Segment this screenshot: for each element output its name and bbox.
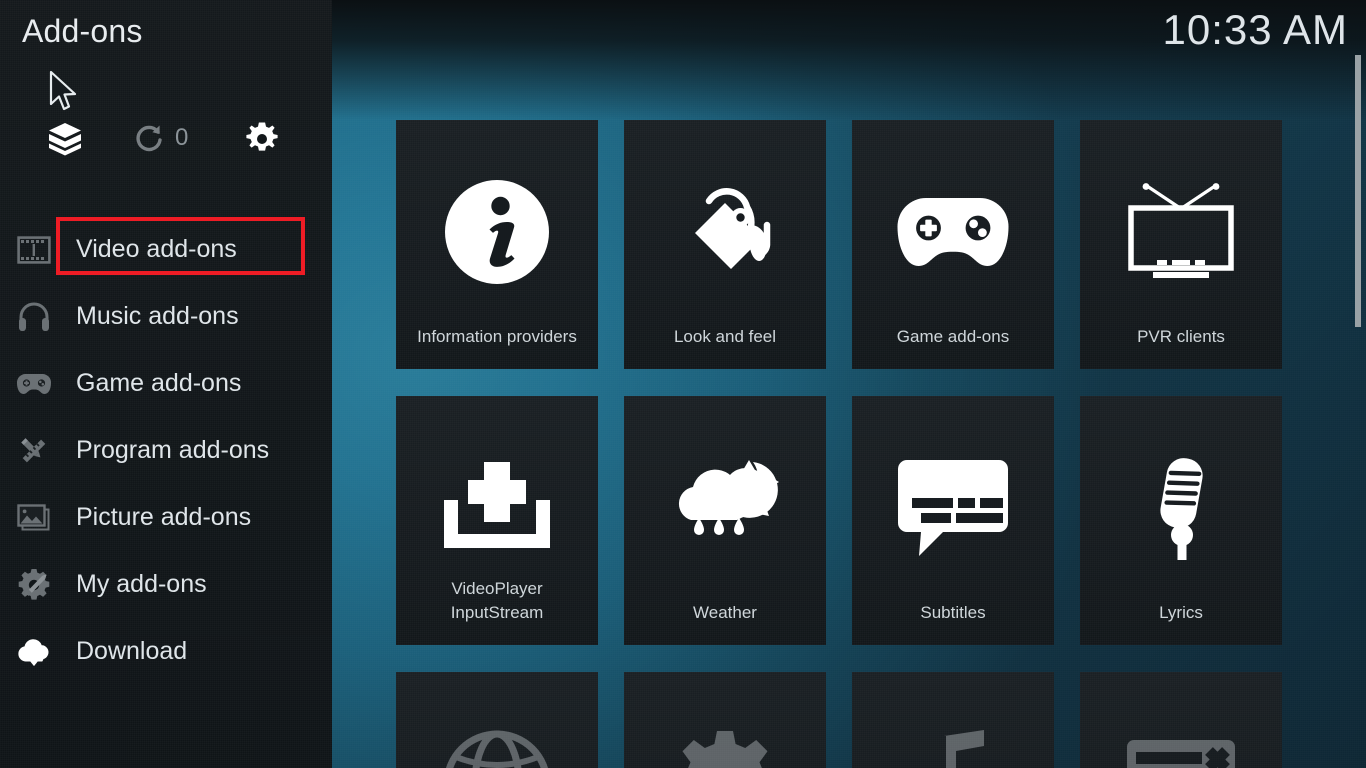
window-close-icon bbox=[1080, 724, 1282, 768]
sidebar-item-download[interactable]: Download bbox=[0, 618, 332, 685]
update-count-label: 0 bbox=[175, 124, 189, 151]
header-icon-row: 0 bbox=[0, 118, 332, 162]
cloud-download-icon bbox=[14, 634, 54, 670]
tile-information-providers[interactable]: Information providers bbox=[396, 120, 598, 369]
kodi-addons-screen: Add-ons 10:33 AM 0 Video add-ons Music a… bbox=[0, 0, 1366, 768]
speech-bubble-icon bbox=[852, 448, 1054, 568]
tile-videoplayer-inputstream[interactable]: VideoPlayer InputStream bbox=[396, 396, 598, 645]
tile-label: Lyrics bbox=[1159, 603, 1203, 622]
scrollbar-track[interactable] bbox=[1355, 0, 1364, 768]
sidebar-item-label: Picture add-ons bbox=[76, 503, 252, 531]
tile-label: Subtitles bbox=[920, 603, 986, 622]
tile-row3-gear[interactable] bbox=[624, 672, 826, 768]
sidebar-nav: Video add-ons Music add-ons Game add-ons… bbox=[0, 216, 332, 685]
tile-label: Weather bbox=[693, 603, 757, 622]
tile-label: VideoPlayer InputStream bbox=[450, 579, 544, 622]
tile-label: Game add-ons bbox=[896, 327, 1010, 346]
tile-label: Information providers bbox=[417, 327, 577, 346]
sidebar-item-label: Game add-ons bbox=[76, 369, 242, 397]
tv-antenna-icon bbox=[1080, 172, 1282, 292]
microphone-icon bbox=[1080, 448, 1282, 568]
refresh-update-icon[interactable] bbox=[130, 120, 168, 158]
globe-icon bbox=[396, 724, 598, 768]
sidebar-item-video-add-ons[interactable]: Video add-ons bbox=[0, 216, 332, 283]
sidebar-item-label: My add-ons bbox=[76, 570, 207, 598]
tile-row3-globe[interactable] bbox=[396, 672, 598, 768]
tile-label: Look and feel bbox=[673, 327, 777, 346]
inbox-plus-icon bbox=[396, 448, 598, 568]
music-note-icon bbox=[852, 724, 1054, 768]
tile-lyrics[interactable]: Lyrics bbox=[1080, 396, 1282, 645]
sidebar-item-label: Program add-ons bbox=[76, 436, 270, 464]
tile-subtitles[interactable]: Subtitles bbox=[852, 396, 1054, 645]
film-strip-icon bbox=[14, 232, 54, 268]
info-circle-icon bbox=[396, 172, 598, 292]
price-tag-icon bbox=[624, 172, 826, 292]
tile-game-add-ons[interactable]: Game add-ons bbox=[852, 120, 1054, 369]
mouse-pointer-icon bbox=[49, 70, 77, 111]
tile-label: PVR clients bbox=[1137, 327, 1225, 346]
tile-look-and-feel[interactable]: Look and feel bbox=[624, 120, 826, 369]
sidebar-item-label: Music add-ons bbox=[76, 302, 239, 330]
gear-icon bbox=[624, 724, 826, 768]
sidebar-item-game-add-ons[interactable]: Game add-ons bbox=[0, 350, 332, 417]
tile-row3-window-close[interactable] bbox=[1080, 672, 1282, 768]
tile-row3-music-note[interactable] bbox=[852, 672, 1054, 768]
sidebar-item-label: Video add-ons bbox=[76, 235, 237, 263]
page-title: Add-ons bbox=[22, 13, 143, 49]
gear-wrench-icon bbox=[14, 567, 54, 603]
sidebar-item-program-add-ons[interactable]: Program add-ons bbox=[0, 417, 332, 484]
tile-weather[interactable]: Weather bbox=[624, 396, 826, 645]
sidebar-item-picture-add-ons[interactable]: Picture add-ons bbox=[0, 484, 332, 551]
sun-cloud-rain-icon bbox=[624, 448, 826, 568]
headphones-icon bbox=[14, 299, 54, 335]
sidebar-item-music-add-ons[interactable]: Music add-ons bbox=[0, 283, 332, 350]
scrollbar-thumb[interactable] bbox=[1355, 55, 1361, 327]
picture-icon bbox=[14, 500, 54, 536]
gamepad-icon bbox=[852, 172, 1054, 292]
sidebar-item-label: Download bbox=[76, 637, 188, 665]
gear-icon[interactable] bbox=[241, 118, 283, 160]
pencil-ruler-icon bbox=[14, 433, 54, 469]
gamepad-icon bbox=[14, 366, 54, 402]
clock-label: 10:33 AM bbox=[1162, 6, 1348, 53]
sidebar-item-my-add-ons[interactable]: My add-ons bbox=[0, 551, 332, 618]
package-box-icon[interactable] bbox=[44, 118, 86, 160]
tile-pvr-clients[interactable]: PVR clients bbox=[1080, 120, 1282, 369]
